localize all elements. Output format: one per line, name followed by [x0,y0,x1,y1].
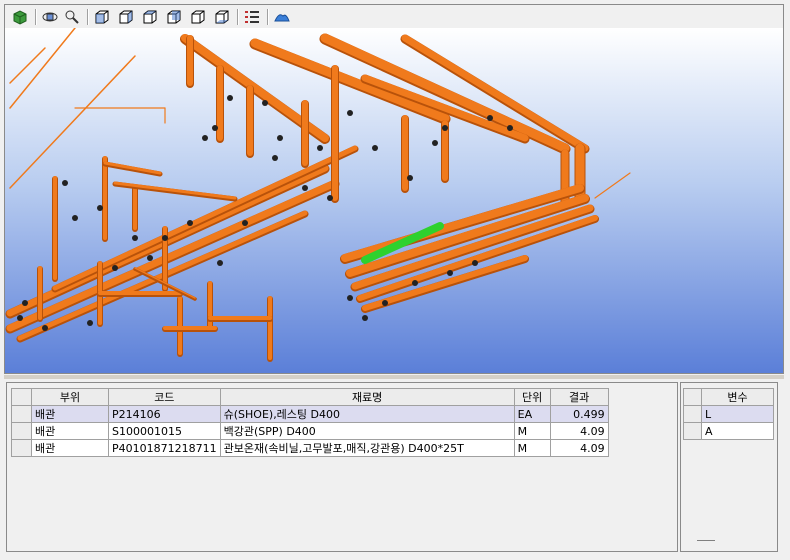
cube-view-top-icon[interactable] [189,8,207,26]
valve-fitting[interactable] [17,315,23,321]
fit-view-icon[interactable] [63,8,81,26]
cell-result[interactable]: 0.499 [549,405,609,423]
valve-fitting[interactable] [147,255,153,261]
splitter-bar[interactable] [4,375,784,379]
column-header[interactable]: 코드 [108,388,221,406]
cell-result[interactable]: 4.09 [549,439,609,457]
cell-name[interactable]: 백강관(SPP) D400 [219,422,515,440]
valve-fitting[interactable] [302,185,308,191]
valve-fitting[interactable] [212,125,218,131]
valve-fitting[interactable] [447,270,453,276]
table-row[interactable]: 배관 P40101871218711 관보온재(속비닐,고무발포,매직,강관용)… [11,439,609,457]
cell-unit[interactable]: M [513,422,551,440]
cell-code[interactable]: S100001015 [108,422,221,440]
table-row[interactable]: L [683,405,774,423]
surface-icon[interactable] [273,8,291,26]
materials-panel: 부위 코드 재료명 단위 결과 배관 P214106 슈(SHOE),레스팅 D… [6,382,678,552]
valve-fitting[interactable] [22,300,28,306]
cell-result[interactable]: 4.09 [549,422,609,440]
variables-panel: 변수 L A [680,382,778,552]
table-header-row: 부위 코드 재료명 단위 결과 [11,388,609,406]
corner-cell [683,388,702,406]
piping-model[interactable] [5,28,784,374]
valve-fitting[interactable] [42,325,48,331]
cell-unit[interactable]: M [513,439,551,457]
column-header[interactable]: 변수 [701,388,774,406]
valve-fitting[interactable] [347,295,353,301]
materials-table: 부위 코드 재료명 단위 결과 배관 P214106 슈(SHOE),레스팅 D… [11,388,609,457]
cube-view-back-icon[interactable] [117,8,135,26]
3d-piping-viewport[interactable] [4,28,784,374]
view-green-cube-icon[interactable] [11,8,29,26]
pipe-segment[interactable] [9,28,76,109]
valve-fitting[interactable] [277,135,283,141]
valve-fitting[interactable] [372,145,378,151]
cell-variable[interactable]: L [701,405,774,423]
row-header[interactable] [11,439,32,457]
valve-fitting[interactable] [262,100,268,106]
valve-fitting[interactable] [227,95,233,101]
cell-name[interactable]: 슈(SHOE),레스팅 D400 [219,405,515,423]
valve-fitting[interactable] [487,115,493,121]
valve-fitting[interactable] [442,125,448,131]
valve-fitting[interactable] [162,235,168,241]
list-icon[interactable] [243,8,261,26]
cell-code[interactable]: P40101871218711 [108,439,221,457]
row-header[interactable] [11,405,32,423]
valve-fitting[interactable] [202,135,208,141]
valve-fitting[interactable] [87,320,93,326]
valve-fitting[interactable] [507,125,513,131]
valve-fitting[interactable] [327,195,333,201]
valve-fitting[interactable] [317,145,323,151]
row-header[interactable] [11,422,32,440]
valve-fitting[interactable] [362,315,368,321]
cell-part[interactable]: 배관 [31,405,109,423]
valve-fitting[interactable] [112,265,118,271]
rotate-view-icon[interactable] [41,8,59,26]
cube-view-left-icon[interactable] [141,8,159,26]
valve-fitting[interactable] [272,155,278,161]
corner-cell [11,388,32,406]
valve-fitting[interactable] [407,175,413,181]
scroll-indicator[interactable] [697,540,715,541]
cell-unit[interactable]: EA [513,405,551,423]
row-header[interactable] [683,422,702,440]
cube-view-right-icon[interactable] [165,8,183,26]
column-header[interactable]: 부위 [31,388,109,406]
column-header[interactable]: 단위 [513,388,551,406]
valve-fitting[interactable] [97,205,103,211]
valve-fitting[interactable] [412,280,418,286]
cube-view-bottom-icon[interactable] [213,8,231,26]
cell-part[interactable]: 배관 [31,422,109,440]
column-header[interactable]: 결과 [549,388,609,406]
valve-fitting[interactable] [132,235,138,241]
row-header[interactable] [683,405,702,423]
table-row[interactable]: 배관 P214106 슈(SHOE),레스팅 D400 EA 0.499 [11,405,609,423]
pipe-segment[interactable] [594,172,631,199]
cell-part[interactable]: 배관 [31,439,109,457]
valve-fitting[interactable] [432,140,438,146]
valve-fitting[interactable] [72,215,78,221]
cell-code[interactable]: P214106 [108,405,221,423]
variables-table: 변수 L A [683,388,774,440]
table-row[interactable]: 배관 S100001015 백강관(SPP) D400 M 4.09 [11,422,609,440]
column-header[interactable]: 재료명 [219,388,515,406]
valve-fitting[interactable] [472,260,478,266]
table-header-row: 변수 [683,388,774,406]
cube-view-front-icon[interactable] [93,8,111,26]
pipe-segment[interactable] [9,47,46,84]
table-row[interactable]: A [683,422,774,440]
pipe-segment[interactable] [6,179,339,332]
valve-fitting[interactable] [347,110,353,116]
valve-fitting[interactable] [217,260,223,266]
viewer-toolbar [4,4,784,28]
valve-fitting[interactable] [382,300,388,306]
valve-fitting[interactable] [242,220,248,226]
valve-fitting[interactable] [62,180,68,186]
cell-variable[interactable]: A [701,422,774,440]
cell-name[interactable]: 관보온재(속비닐,고무발포,매직,강관용) D400*25T [219,439,515,457]
valve-fitting[interactable] [187,220,193,226]
